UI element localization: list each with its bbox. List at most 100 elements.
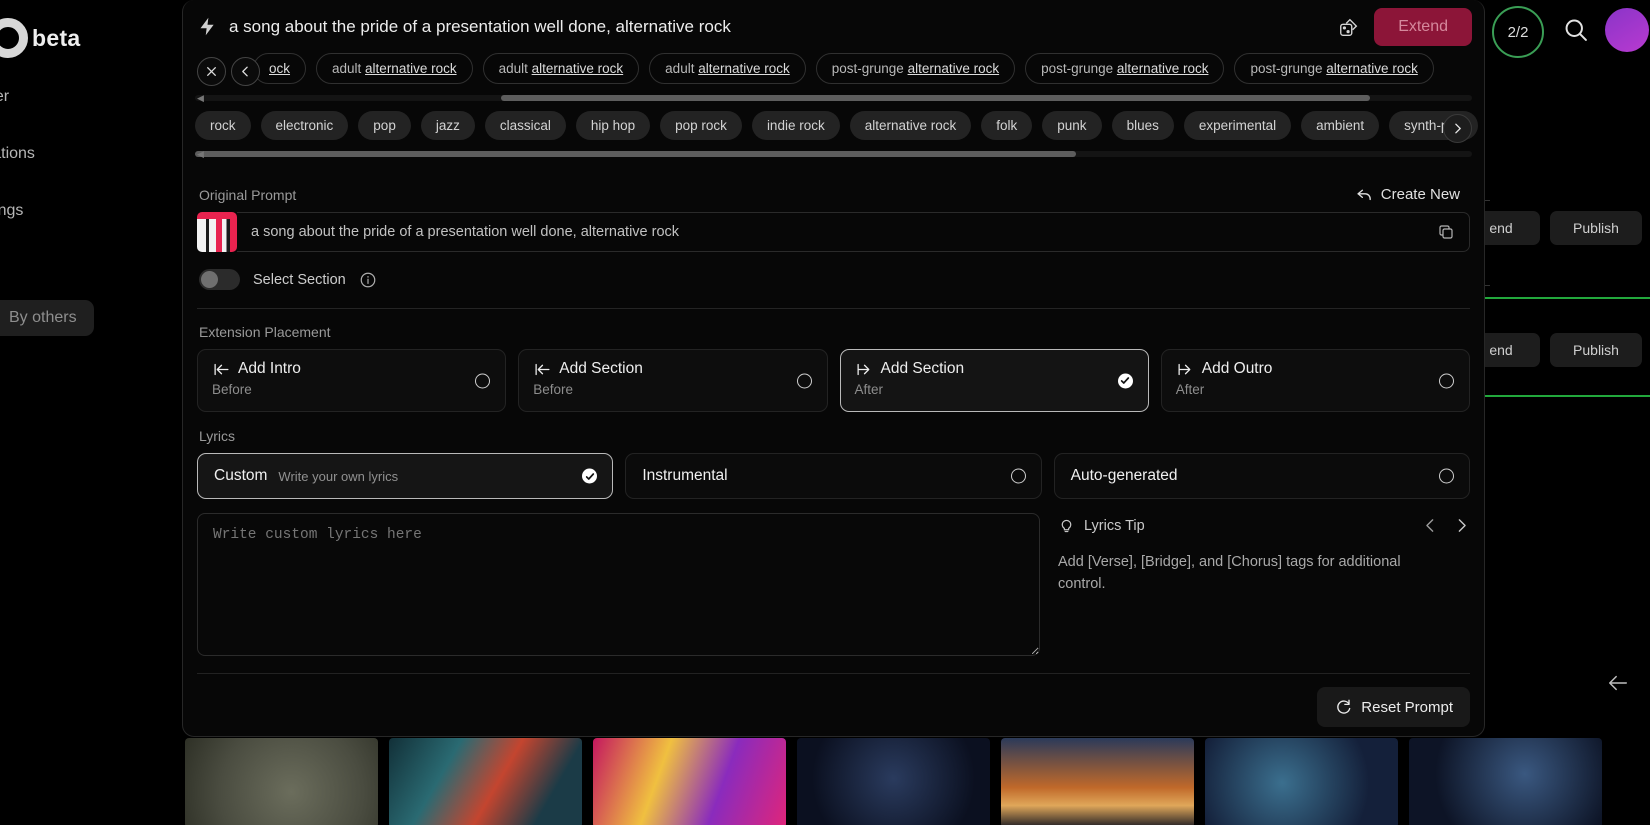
app-sidebar: beta over reations Songs By others <box>0 0 185 825</box>
style-chip[interactable]: post-grunge alternative rock <box>816 53 1015 84</box>
scroll-left-icon[interactable]: ◀ <box>197 93 204 104</box>
thumbnail-item[interactable] <box>389 738 582 825</box>
original-prompt-field[interactable]: a song about the pride of a presentation… <box>197 212 1470 252</box>
lyrics-mode-instrumental[interactable]: Instrumental <box>625 453 1041 499</box>
placement-radio[interactable] <box>475 373 490 388</box>
extend-button[interactable]: Extend <box>1374 8 1472 46</box>
thumbnail-item[interactable] <box>797 738 990 825</box>
lyrics-mode-auto-generated[interactable]: Auto-generated <box>1054 453 1470 499</box>
thumbnail-item[interactable] <box>1205 738 1398 825</box>
background-publish-button[interactable]: Publish <box>1550 211 1642 245</box>
logo-beta-label: beta <box>32 25 81 52</box>
thumbnail-item[interactable] <box>1001 738 1194 825</box>
thumbnail-item[interactable] <box>1409 738 1602 825</box>
style-chip[interactable]: post-grunge alternative rock <box>1025 53 1224 84</box>
create-new-label: Create New <box>1381 186 1460 203</box>
close-icon[interactable] <box>197 57 226 86</box>
background-publish-button[interactable]: Publish <box>1550 333 1642 367</box>
genre-chip[interactable]: ambient <box>1301 111 1379 140</box>
sidebar-item-label: over <box>0 88 9 105</box>
select-section-row: Select Section <box>199 269 1470 290</box>
placement-option-add-section-after[interactable]: Add Section After <box>840 349 1149 412</box>
sidebar-item-songs[interactable]: Songs <box>0 202 23 220</box>
style-chips-prev-icon[interactable] <box>231 57 260 86</box>
genre-chip[interactable]: jazz <box>421 111 475 140</box>
style-chips-row: ock adult alternative rock adult alterna… <box>195 53 1472 91</box>
genre-chip[interactable]: indie rock <box>752 111 840 140</box>
avatar[interactable] <box>1605 8 1649 52</box>
create-new-button[interactable]: Create New <box>1346 180 1470 209</box>
scrollbar-thumb[interactable] <box>195 151 1076 157</box>
style-chips-scrollbar[interactable]: ◀ <box>195 95 1472 101</box>
placement-radio-selected[interactable] <box>1118 373 1133 388</box>
back-arrow-icon[interactable] <box>1605 672 1631 694</box>
genre-chip[interactable]: blues <box>1112 111 1174 140</box>
lyrics-mode-custom[interactable]: Custom Write your own lyrics <box>197 453 613 499</box>
background-publish-label: Publish <box>1573 342 1619 358</box>
credits-counter-label: 2/2 <box>1508 24 1529 41</box>
genre-chips-row: rock electronic pop jazz classical hip h… <box>195 111 1472 147</box>
genre-chip[interactable]: pop <box>358 111 411 140</box>
search-icon[interactable] <box>1562 16 1590 44</box>
thumbnail-item[interactable] <box>185 738 378 825</box>
placement-option-add-section-before[interactable]: Add Section Before <box>518 349 827 412</box>
sidebar-filter-by-others[interactable]: By others <box>0 300 94 336</box>
placement-radio[interactable] <box>797 373 812 388</box>
info-icon[interactable] <box>359 271 377 289</box>
lyrics-tip-prev-icon[interactable] <box>1422 517 1439 534</box>
modal-header: a song about the pride of a presentation… <box>183 0 1484 53</box>
lyrics-textarea[interactable] <box>197 513 1040 656</box>
bar-to-arrow-right-icon <box>855 361 874 378</box>
style-chip[interactable]: post-grunge alternative rock <box>1234 53 1433 84</box>
modal-title: a song about the pride of a presentation… <box>229 17 1332 37</box>
genre-chip[interactable]: experimental <box>1184 111 1291 140</box>
genre-chips-next-icon[interactable] <box>1443 114 1472 143</box>
original-prompt-label: Original Prompt <box>199 187 296 203</box>
copy-icon[interactable] <box>1437 223 1455 241</box>
style-chip[interactable]: ock <box>253 53 306 84</box>
placement-option-add-intro-before[interactable]: Add Intro Before <box>197 349 506 412</box>
original-prompt-input[interactable]: a song about the pride of a presentation… <box>237 212 1470 252</box>
scroll-left-icon[interactable]: ◀ <box>197 149 204 160</box>
reset-prompt-button[interactable]: Reset Prompt <box>1317 687 1470 727</box>
lyrics-radio[interactable] <box>1011 469 1026 484</box>
style-chip[interactable]: adult alternative rock <box>316 53 473 84</box>
scrollbar-thumb[interactable] <box>501 95 1369 101</box>
background-extend-label: end <box>1489 342 1512 358</box>
sidebar-item-discover[interactable]: over <box>0 88 9 106</box>
sidebar-item-label: reations <box>0 145 35 162</box>
genre-chip[interactable]: rock <box>195 111 251 140</box>
genre-chip[interactable]: classical <box>485 111 566 140</box>
lyrics-tip-next-icon[interactable] <box>1453 517 1470 534</box>
style-chip[interactable]: adult alternative rock <box>649 53 806 84</box>
arrow-left-to-bar-icon <box>212 361 231 378</box>
credits-counter[interactable]: 2/2 <box>1492 6 1544 58</box>
bar-to-arrow-right-icon <box>1176 361 1195 378</box>
style-chip[interactable]: adult alternative rock <box>483 53 640 84</box>
thumbnail-item[interactable] <box>593 738 786 825</box>
lightning-bolt-icon <box>197 16 218 37</box>
sidebar-filter-label: By others <box>9 309 77 326</box>
genre-chip[interactable]: punk <box>1042 111 1101 140</box>
genre-chip[interactable]: pop rock <box>660 111 742 140</box>
app-logo[interactable]: beta <box>0 18 81 58</box>
genre-chips-scrollbar[interactable]: ◀ <box>195 151 1472 157</box>
genre-chip[interactable]: alternative rock <box>850 111 972 140</box>
progress-line <box>1478 395 1650 397</box>
undo-icon <box>1356 186 1373 203</box>
lyrics-mode-name: Custom <box>214 467 267 485</box>
lyrics-tip-title: Lyrics Tip <box>1084 518 1145 534</box>
select-section-toggle[interactable] <box>199 269 240 290</box>
genre-chip[interactable]: hip hop <box>576 111 650 140</box>
lyrics-radio[interactable] <box>1439 469 1454 484</box>
genre-chip[interactable]: electronic <box>261 111 349 140</box>
placement-radio[interactable] <box>1439 373 1454 388</box>
modal-body: Original Prompt Create New a song about … <box>183 157 1484 656</box>
lyrics-mode-sub: Write your own lyrics <box>278 469 398 484</box>
genre-chip[interactable]: folk <box>981 111 1032 140</box>
dice-icon[interactable] <box>1332 10 1366 44</box>
lyrics-radio-selected[interactable] <box>582 469 597 484</box>
placement-option-add-outro-after[interactable]: Add Outro After <box>1161 349 1470 412</box>
sidebar-item-creations[interactable]: reations <box>0 145 35 163</box>
lyrics-mode-name: Instrumental <box>642 467 727 485</box>
